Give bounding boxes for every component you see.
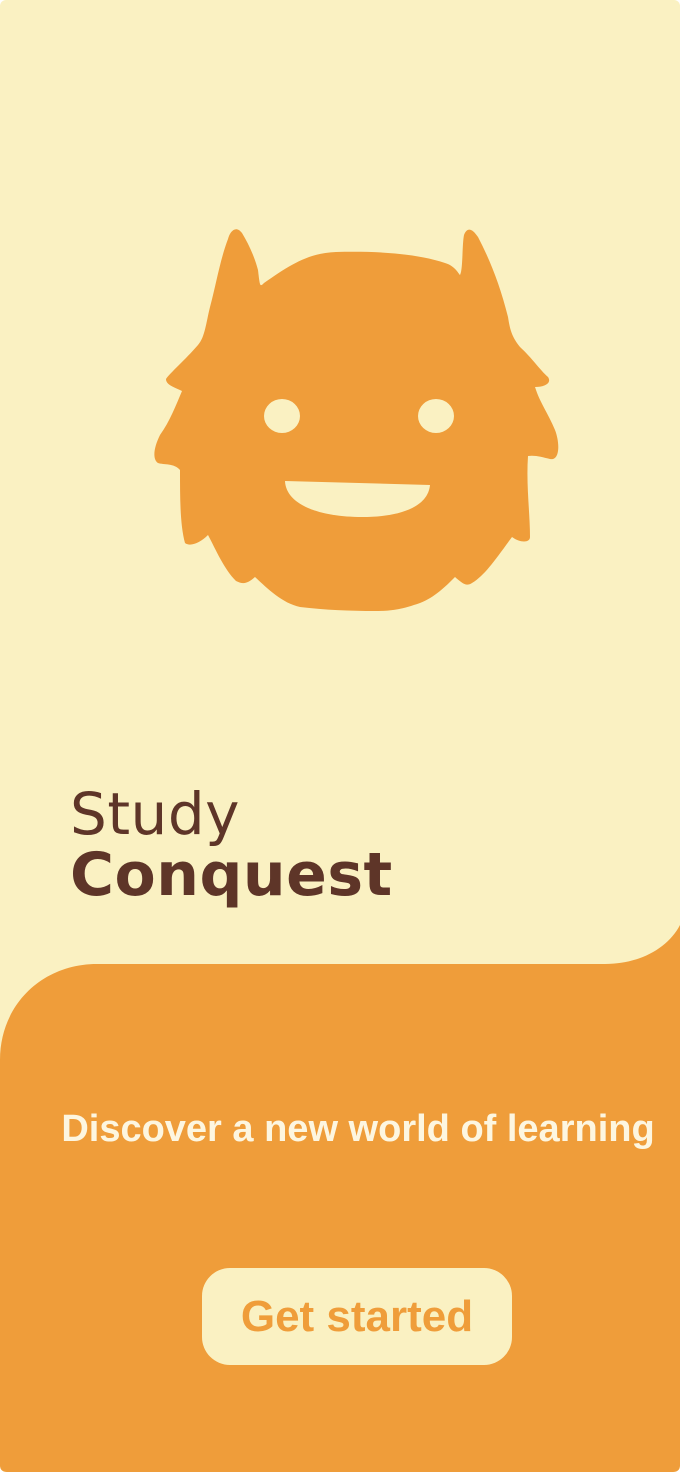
tagline: Discover a new world of learning: [61, 1108, 655, 1150]
get-started-button[interactable]: Get started: [202, 1268, 512, 1365]
bottom-panel: [0, 925, 680, 1472]
welcome-screen: Study Conquest Discover a new world of l…: [0, 0, 680, 1472]
